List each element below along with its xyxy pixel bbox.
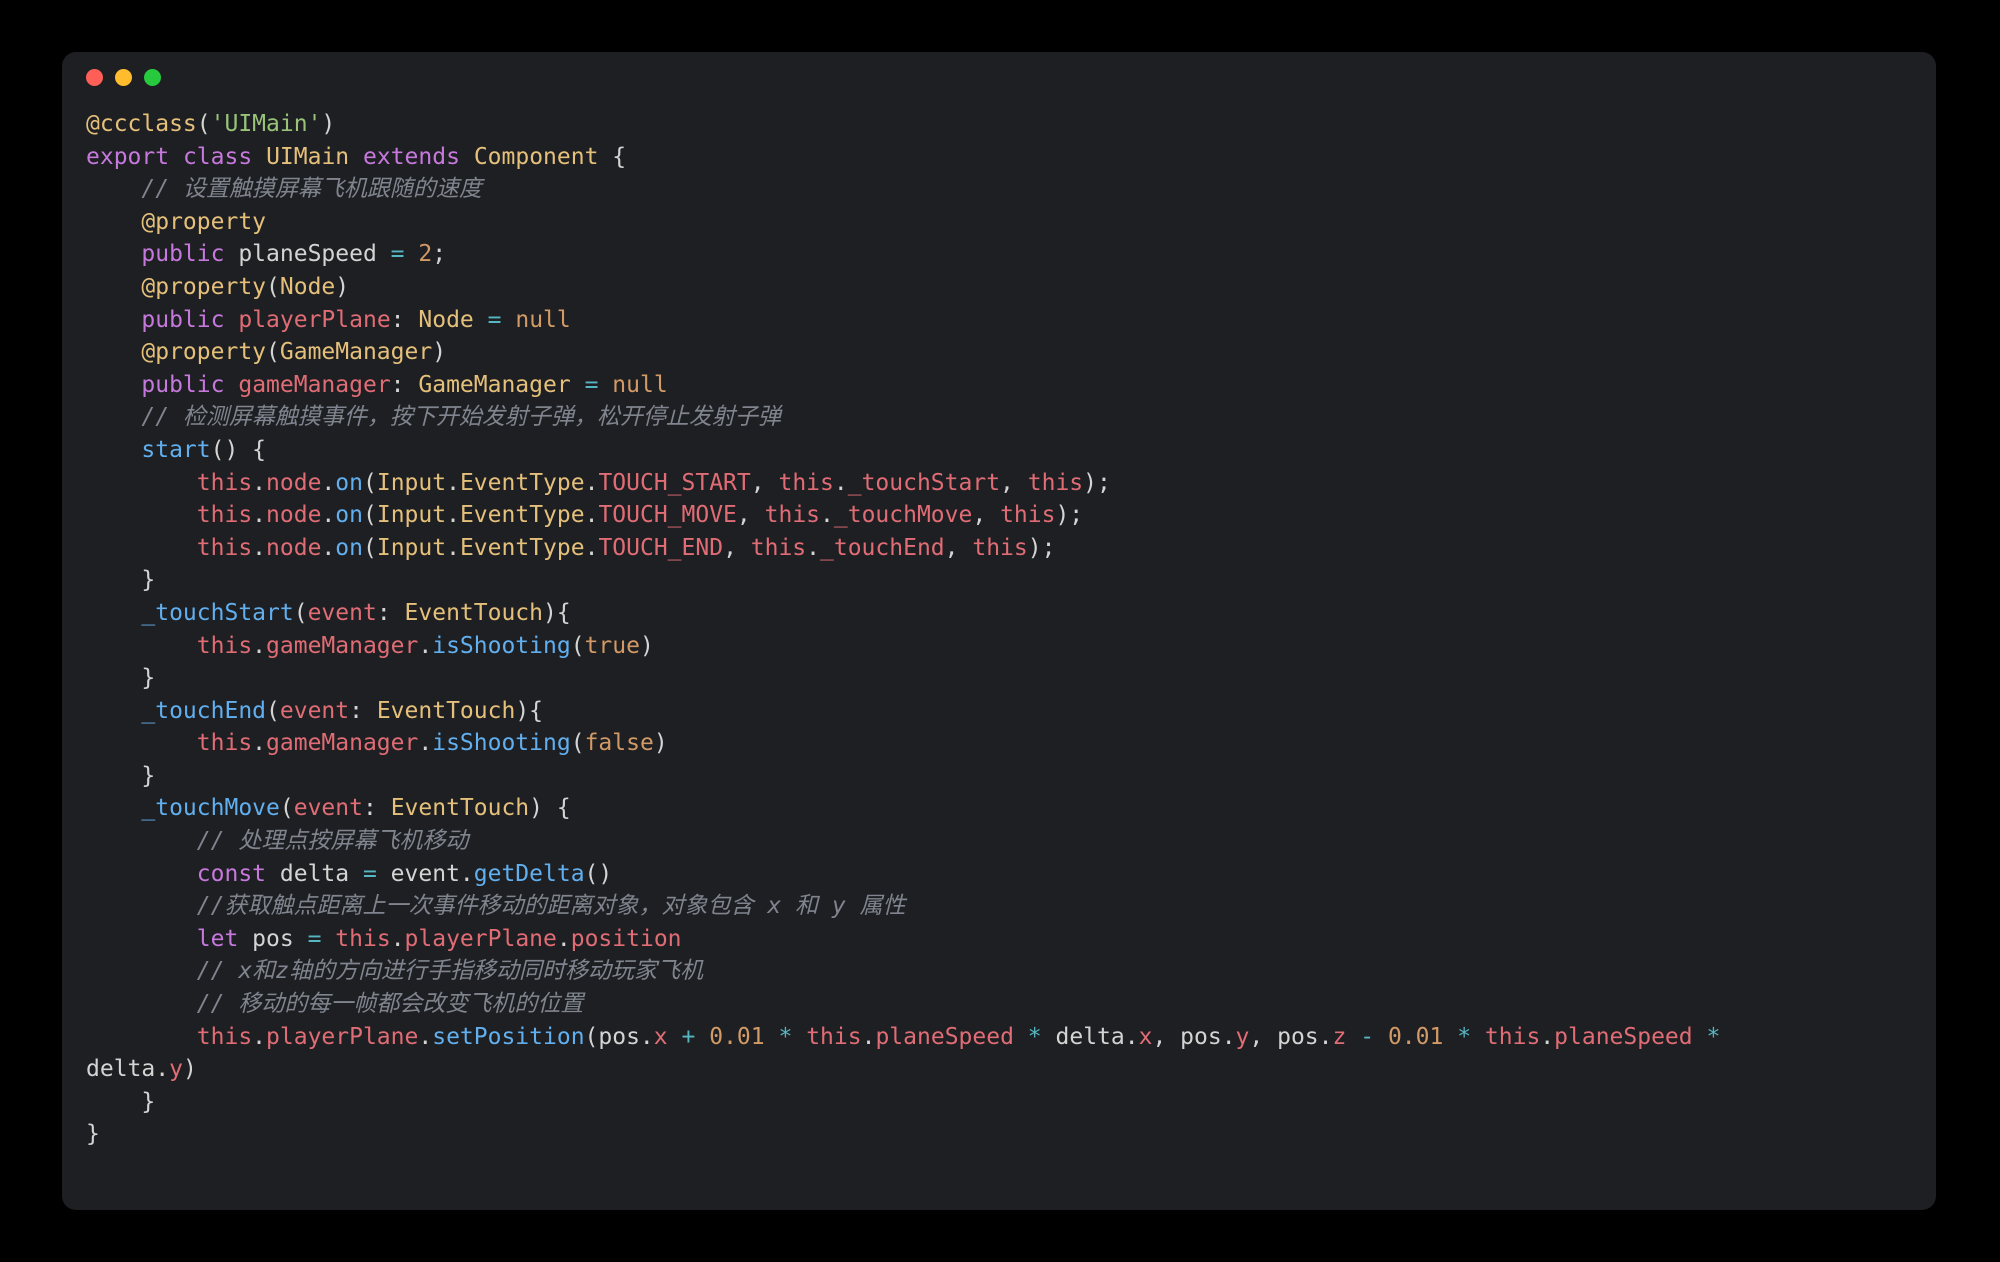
titlebar bbox=[62, 52, 1936, 102]
zoom-icon[interactable] bbox=[144, 69, 161, 86]
close-icon[interactable] bbox=[86, 69, 103, 86]
code-block: @ccclass('UIMain') export class UIMain e… bbox=[62, 102, 1936, 1151]
code-window: @ccclass('UIMain') export class UIMain e… bbox=[62, 52, 1936, 1210]
minimize-icon[interactable] bbox=[115, 69, 132, 86]
